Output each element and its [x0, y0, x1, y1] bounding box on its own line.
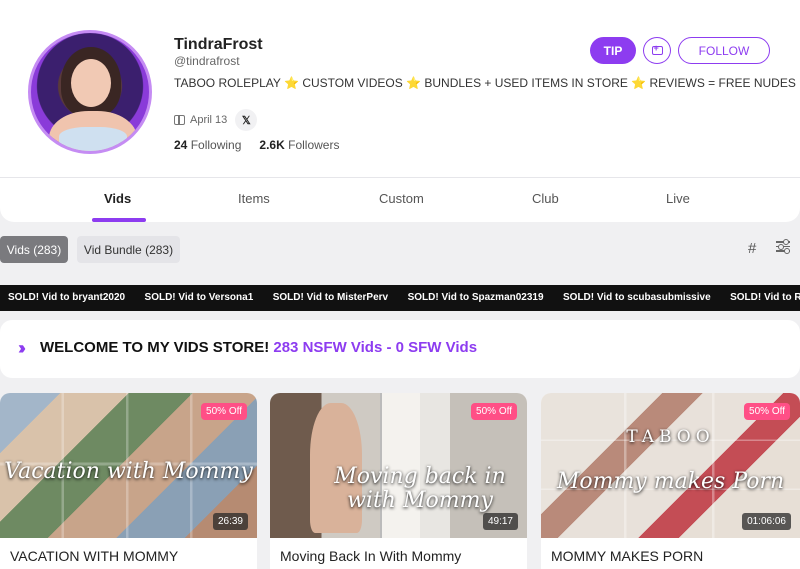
- video-duration: 49:17: [482, 513, 518, 530]
- ticker-item: SOLD! Vid to Rocfrzi: [730, 292, 800, 303]
- video-card[interactable]: Moving back in with Mommy 50% Off 49:17 …: [270, 393, 527, 569]
- video-card[interactable]: Vacation with Mommy 50% Off 26:39 VACATI…: [0, 393, 257, 569]
- followers-stat[interactable]: 2.6K Followers: [259, 138, 339, 152]
- message-icon: [651, 43, 663, 55]
- profile-card: TindraFrost @tindrafrost TABOO ROLEPLAY …: [0, 0, 800, 222]
- welcome-highlight: 283 NSFW Vids - 0 SFW Vids: [273, 339, 478, 356]
- gift-icon: [174, 115, 185, 125]
- ticker-item: SOLD! Vid to Versona1: [144, 292, 254, 303]
- tab-custom[interactable]: Custom: [379, 191, 424, 206]
- video-thumbnail[interactable]: TABOO Mommy makes Porn 50% Off 01:06:06: [541, 393, 800, 538]
- video-duration: 01:06:06: [742, 513, 791, 530]
- welcome-prefix: WELCOME TO MY VIDS STORE!: [40, 339, 270, 356]
- ticker-item: SOLD! Vid to scubasubmissive: [563, 292, 711, 303]
- ticker-item: SOLD! Vid to Spazman02319: [407, 292, 544, 303]
- filter-vid-bundle[interactable]: Vid Bundle (283): [77, 236, 180, 263]
- followers-count: 2.6K: [259, 138, 285, 152]
- video-title[interactable]: MOMMY MAKES PORN: [551, 548, 703, 564]
- avatar[interactable]: [28, 30, 152, 154]
- follow-button[interactable]: FOLLOW: [678, 37, 770, 64]
- ticker-item: SOLD! Vid to MisterPerv: [272, 292, 389, 303]
- thumbnail-title: Moving back in with Mommy: [334, 464, 506, 513]
- filter-vids[interactable]: Vids (283): [0, 236, 68, 263]
- join-date: April 13: [174, 114, 227, 126]
- tab-vids[interactable]: Vids: [104, 191, 131, 206]
- message-button[interactable]: [643, 37, 671, 64]
- video-duration: 26:39: [212, 513, 248, 530]
- profile-handle: @tindrafrost: [174, 54, 240, 68]
- profile-bio: TABOO ROLEPLAY ⭐ CUSTOM VIDEOS ⭐ BUNDLES…: [174, 76, 800, 90]
- sale-badge: 50% Off: [201, 403, 247, 420]
- following-label: Following: [190, 138, 242, 152]
- avatar-face: [71, 59, 111, 107]
- tip-button[interactable]: TIP: [590, 37, 636, 64]
- ticker-item: SOLD! Vid to bryant2020: [8, 292, 126, 303]
- thumbnail-title: Mommy makes Porn: [556, 469, 785, 494]
- video-thumbnail[interactable]: Moving back in with Mommy 50% Off 49:17: [270, 393, 527, 538]
- welcome-text: WELCOME TO MY VIDS STORE! 283 NSFW Vids …: [40, 339, 477, 356]
- profile-tabs: Vids Items Custom Club Live: [0, 178, 800, 222]
- filter-settings-icon[interactable]: [776, 239, 790, 253]
- tab-club[interactable]: Club: [532, 191, 559, 206]
- following-count: 24: [174, 138, 188, 152]
- hashtag-icon[interactable]: #: [748, 240, 756, 257]
- double-chevron-icon: ››: [18, 338, 26, 358]
- active-tab-indicator: [92, 218, 146, 222]
- sales-ticker: SOLD! Vid to bryant2020 SOLD! Vid to Ver…: [0, 285, 800, 311]
- tab-live[interactable]: Live: [666, 191, 690, 206]
- join-date-text: April 13: [190, 114, 228, 126]
- tab-items[interactable]: Items: [238, 191, 270, 206]
- video-title[interactable]: VACATION WITH MOMMY: [10, 548, 178, 564]
- thumbnail-title: Vacation with Mommy: [4, 459, 253, 484]
- profile-meta: April 13 𝕏: [174, 109, 258, 131]
- video-card[interactable]: TABOO Mommy makes Porn 50% Off 01:06:06 …: [541, 393, 800, 569]
- sale-badge: 50% Off: [744, 403, 790, 420]
- avatar-top: [59, 127, 127, 151]
- x-icon[interactable]: 𝕏: [235, 109, 258, 131]
- video-title[interactable]: Moving Back In With Mommy: [280, 548, 461, 564]
- sale-badge: 50% Off: [471, 403, 517, 420]
- profile-stats: 24 Following 2.6K Followers: [174, 138, 339, 152]
- profile-name: TindraFrost: [174, 36, 263, 53]
- followers-label: Followers: [288, 138, 340, 152]
- following-stat[interactable]: 24 Following: [174, 138, 241, 152]
- video-thumbnail[interactable]: Vacation with Mommy 50% Off 26:39: [0, 393, 257, 538]
- thumbnail-overline: TABOO: [626, 427, 715, 447]
